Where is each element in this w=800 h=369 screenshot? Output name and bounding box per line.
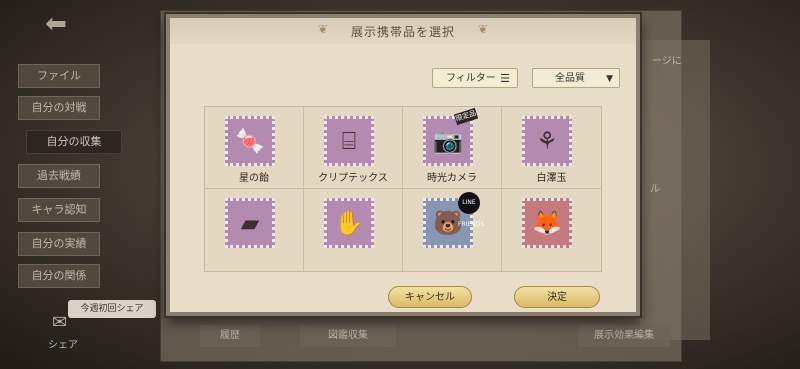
item-card[interactable]: 📷 限定品 時光カメラ (403, 107, 502, 189)
device-icon: ▰ (225, 198, 275, 248)
background-right-text: ル (650, 184, 660, 195)
item-name: 白澤玉 (536, 173, 567, 184)
list-icon: ☰ (500, 72, 510, 85)
red-plush-icon: 🦊 (522, 198, 572, 248)
sidebar-item-collection[interactable]: 自分の収集 (26, 130, 122, 154)
filter-label: フィルター (446, 73, 496, 84)
chevron-down-icon: ▼ (606, 74, 613, 84)
item-card[interactable]: ⚘ 白澤玉 (502, 107, 601, 189)
share-icon[interactable]: ✉ (52, 312, 67, 333)
line-friends-badge: LINE FRIENDS (458, 192, 484, 228)
candy-jar-icon: 🍬 (225, 116, 275, 166)
quality-label: 全品質 (555, 73, 585, 84)
share-tooltip: 今週初回シェア (68, 300, 156, 318)
sidebar-item-achievements[interactable]: 自分の実績 (18, 232, 100, 256)
sidebar-item-battles[interactable]: 自分の対戦 (18, 96, 100, 120)
sidebar-item-characters[interactable]: キャラ認知 (18, 198, 100, 222)
jade-pendant-icon: ⚘ (522, 116, 572, 166)
quality-dropdown[interactable]: 全品質 ▼ (532, 68, 620, 88)
item-card[interactable]: ⌸ クリプテックス (304, 107, 403, 189)
item-card[interactable]: ✋ (304, 189, 403, 271)
sidebar-item-file[interactable]: ファイル (18, 64, 100, 88)
item-card[interactable]: 🦊 (502, 189, 601, 271)
camera-icon: 📷 (423, 116, 473, 166)
back-arrow-icon[interactable]: ⬅ (40, 8, 72, 40)
cancel-button[interactable]: キャンセル (388, 286, 472, 308)
leaf-ornament-icon: ❦ (478, 22, 489, 36)
item-card[interactable]: 🍬 星の飴 (205, 107, 304, 189)
sidebar-item-history[interactable]: 過去戦績 (18, 164, 100, 188)
item-name: 時光カメラ (427, 173, 477, 184)
cryptex-icon: ⌸ (324, 116, 374, 166)
background-right-text: ージに (652, 56, 682, 67)
share-label: シェア (48, 340, 78, 351)
history-button[interactable]: 履歴 (200, 325, 260, 347)
item-grid: 🍬 星の飴 ⌸ クリプテックス 📷 限定品 時光カメラ ⚘ 白澤玉 ▰ ✋ 🐻 … (204, 106, 602, 272)
item-card[interactable]: 🐻 LINE FRIENDS (403, 189, 502, 271)
item-card[interactable]: ▰ (205, 189, 304, 271)
edit-display-button[interactable]: 展示効果編集 (578, 325, 670, 347)
codex-button[interactable]: 図鑑収集 (300, 325, 396, 347)
item-name: 星の飴 (239, 173, 269, 184)
sidebar-item-relations[interactable]: 自分の関係 (18, 264, 100, 288)
item-name: クリプテックス (318, 173, 388, 184)
dialog-title-bar: ❦ 展示携帯品を選択 ❦ (170, 18, 636, 44)
glove-icon: ✋ (324, 198, 374, 248)
confirm-button[interactable]: 決定 (514, 286, 600, 308)
dialog-title: 展示携帯品を選択 (350, 25, 455, 39)
select-item-dialog: ❦ 展示携帯品を選択 ❦ フィルター ☰ 全品質 ▼ 🍬 星の飴 ⌸ クリプテッ… (166, 14, 640, 316)
filter-button[interactable]: フィルター ☰ (432, 68, 518, 88)
